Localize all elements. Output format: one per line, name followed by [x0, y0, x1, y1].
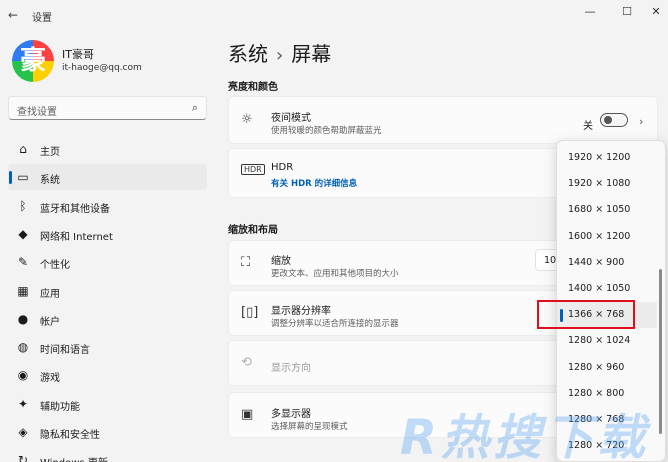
sidebar-item-4[interactable]: ✎ 个性化 — [8, 249, 207, 275]
resolution-option-label: 1920 × 1080 — [568, 178, 631, 190]
search-placeholder: 查找设置 — [17, 107, 57, 118]
accessibility-icon: ✦ — [17, 396, 29, 411]
search-icon[interactable]: ⌕ — [192, 101, 198, 115]
sidebar-item-label: 蓝牙和其他设备 — [40, 203, 110, 215]
resolution-title: 显示器分辨率 — [271, 306, 331, 317]
watermark: R热搜下载 — [400, 410, 649, 462]
home-icon: ⌂ — [19, 142, 27, 156]
resolution-option[interactable]: 1680 × 1050 — [557, 197, 657, 223]
night-light-subtitle: 使用较暖的颜色帮助屏蔽蓝光 — [271, 126, 382, 136]
sidebar-item-9[interactable]: ✦ 辅助功能 — [8, 391, 207, 417]
sidebar-item-7[interactable]: ◍ 时间和语言 — [8, 334, 207, 360]
sidebar-item-8[interactable]: ◉ 游戏 — [8, 362, 207, 388]
resolution-option-label: 1680 × 1050 — [568, 204, 631, 216]
bluetooth-icon: ᛒ — [19, 198, 27, 213]
account-icon: ● — [17, 311, 29, 326]
resolution-option-label: 1400 × 1050 — [568, 283, 631, 294]
sidebar-item-label: Windows 更新 — [40, 454, 108, 462]
resolution-option[interactable]: 1920 × 1080 — [557, 171, 657, 197]
dropdown-scrollbar[interactable] — [659, 269, 662, 434]
sidebar-item-6[interactable]: ● 帐户 — [8, 306, 207, 332]
resolution-subtitle: 调整分辨率以适合所连接的显示器 — [271, 319, 399, 329]
window-title: 设置 — [32, 13, 52, 24]
multi-display-icon: ▣ — [241, 407, 254, 422]
sidebar-item-label: 系统 — [40, 175, 60, 187]
sidebar-item-label: 时间和语言 — [40, 345, 90, 357]
sidebar-item-10[interactable]: ◈ 隐私和安全性 — [8, 419, 207, 445]
hdr-link[interactable]: 有关 HDR 的详细信息 — [271, 177, 357, 189]
hdr-title: HDR — [271, 162, 294, 173]
sidebar-item-label: 隐私和安全性 — [40, 430, 100, 441]
hdr-icon: HDR — [241, 164, 265, 175]
orientation-title: 显示方向 — [271, 363, 311, 374]
sidebar-item-0[interactable]: ⌂ 主页 — [8, 136, 207, 162]
resolution-option[interactable]: 1280 × 960 — [557, 355, 657, 381]
user-name: IT豪哥 — [62, 48, 94, 61]
section-scale-layout: 缩放和布局 — [228, 225, 278, 236]
breadcrumb-separator: › — [276, 45, 284, 66]
chevron-right-icon[interactable]: › — [639, 115, 643, 128]
selection-highlight — [537, 300, 635, 329]
sidebar-item-label: 主页 — [40, 147, 60, 158]
resolution-option-label: 1280 × 1024 — [568, 335, 631, 347]
orientation-icon: ⟲ — [241, 355, 252, 370]
resolution-option-label: 1920 × 1200 — [568, 152, 631, 163]
sidebar-item-label: 游戏 — [40, 373, 60, 385]
resolution-icon: [▯] — [241, 305, 259, 320]
night-light-card[interactable]: ☼ 夜间模式 使用较暖的颜色帮助屏蔽蓝光 关 › — [228, 96, 658, 144]
resolution-option[interactable]: 1920 × 1200 — [557, 145, 657, 171]
sidebar-item-2[interactable]: ᛒ 蓝牙和其他设备 — [8, 193, 207, 219]
back-button[interactable]: ← — [8, 8, 18, 22]
search-input[interactable]: 查找设置 ⌕ — [8, 96, 207, 120]
breadcrumb-current: 屏幕 — [291, 42, 332, 66]
user-email: it-haoge@qq.com — [62, 63, 142, 73]
night-light-title: 夜间模式 — [271, 113, 311, 124]
sidebar-item-label: 个性化 — [40, 260, 70, 272]
minimize-button[interactable]: — — [580, 4, 600, 20]
sidebar-item-1[interactable]: ▭ 系统 — [8, 164, 207, 191]
gamepad-icon: ◉ — [17, 368, 29, 383]
resolution-option-label: 1440 × 900 — [568, 256, 625, 268]
sidebar-item-3[interactable]: ◆ 网络和 Internet — [8, 221, 207, 247]
resolution-option[interactable]: 1440 × 900 — [557, 250, 657, 276]
selection-indicator — [9, 171, 12, 185]
scale-subtitle: 更改文本、应用和其他项目的大小 — [271, 269, 399, 279]
scale-icon: ⛶ — [241, 255, 251, 270]
sidebar-item-11[interactable]: ↻ Windows 更新 — [8, 447, 207, 462]
brush-icon: ✎ — [17, 255, 29, 270]
apps-icon: ▦ — [17, 283, 29, 298]
sidebar-item-label: 网络和 Internet — [40, 231, 113, 243]
maximize-button[interactable]: ☐ — [617, 4, 637, 20]
night-light-state: 关 — [583, 121, 593, 132]
resolution-option[interactable]: 1600 × 1200 — [557, 224, 657, 250]
resolution-option[interactable]: 1400 × 1050 — [557, 276, 657, 302]
shield-icon: ◈ — [18, 425, 28, 439]
avatar[interactable]: 豪 — [12, 40, 54, 82]
sidebar-item-label: 辅助功能 — [40, 401, 80, 413]
scale-title: 缩放 — [271, 256, 291, 267]
title-bar: ← 设置 — ☐ ✕ — [0, 0, 668, 30]
breadcrumb-parent[interactable]: 系统 — [228, 42, 268, 66]
globe-icon: ◍ — [17, 340, 29, 355]
sidebar-item-5[interactable]: ▦ 应用 — [8, 278, 207, 304]
multi-display-subtitle: 选择屏幕的呈现模式 — [271, 422, 348, 432]
night-light-toggle[interactable] — [600, 113, 628, 127]
breadcrumb: 系统 › 屏幕 — [228, 38, 331, 67]
toggle-knob — [604, 116, 612, 124]
sidebar-item-label: 帐户 — [40, 316, 60, 328]
update-icon: ↻ — [17, 453, 29, 462]
wifi-icon: ◆ — [18, 226, 28, 241]
brightness-icon: ☼ — [241, 112, 253, 127]
resolution-option-label: 1280 × 960 — [568, 361, 625, 373]
section-brightness: 亮度和颜色 — [228, 82, 278, 93]
system-icon: ▭ — [17, 170, 29, 185]
sidebar-item-label: 应用 — [40, 288, 60, 300]
multi-display-title: 多显示器 — [271, 409, 311, 420]
resolution-option-label: 1600 × 1200 — [568, 230, 631, 242]
resolution-option[interactable]: 1280 × 1024 — [557, 328, 657, 354]
close-button[interactable]: ✕ — [646, 4, 666, 20]
